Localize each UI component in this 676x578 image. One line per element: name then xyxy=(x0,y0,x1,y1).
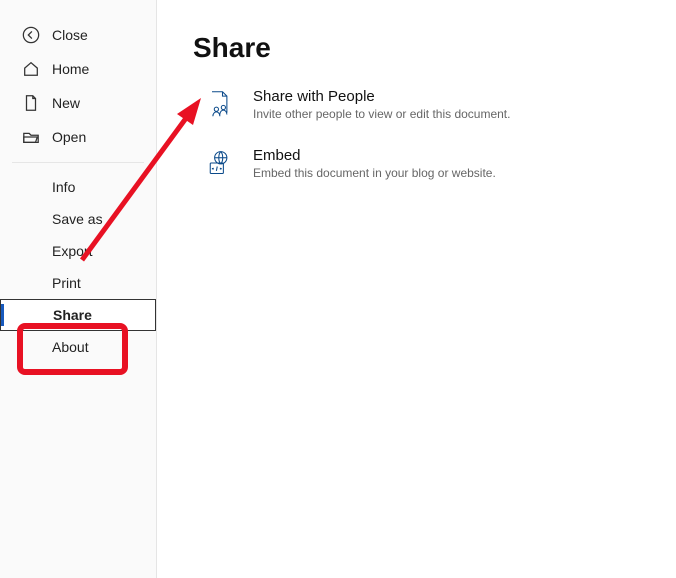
backstage-sidebar: Close Home New Open Info xyxy=(0,0,157,578)
nav-save-as[interactable]: Save as xyxy=(0,203,156,235)
embed-title: Embed xyxy=(253,147,496,164)
nav-export[interactable]: Export xyxy=(0,235,156,267)
nav-export-label: Export xyxy=(52,243,92,259)
embed-icon xyxy=(203,147,235,179)
nav-close[interactable]: Close xyxy=(0,18,156,52)
share-people-desc: Invite other people to view or edit this… xyxy=(253,107,510,121)
embed-desc: Embed this document in your blog or webs… xyxy=(253,166,496,180)
share-people-title: Share with People xyxy=(253,88,510,105)
folder-open-icon xyxy=(22,128,40,146)
nav-home-label: Home xyxy=(52,61,89,77)
option-embed[interactable]: Embed Embed this document in your blog o… xyxy=(193,147,676,180)
backstage-main: Share Share with People Invite other peo… xyxy=(157,0,676,578)
new-document-icon xyxy=(22,94,40,112)
nav-info-label: Info xyxy=(52,179,75,195)
option-share-with-people[interactable]: Share with People Invite other people to… xyxy=(193,88,676,121)
nav-share-label: Share xyxy=(53,307,92,323)
home-icon xyxy=(22,60,40,78)
nav-open-label: Open xyxy=(52,129,86,145)
nav-open[interactable]: Open xyxy=(0,120,156,154)
nav-share[interactable]: Share xyxy=(0,299,156,331)
nav-print[interactable]: Print xyxy=(0,267,156,299)
nav-home[interactable]: Home xyxy=(0,52,156,86)
nav-about-label: About xyxy=(52,339,89,355)
nav-print-label: Print xyxy=(52,275,81,291)
nav-new[interactable]: New xyxy=(0,86,156,120)
sidebar-divider xyxy=(12,162,144,163)
page-title: Share xyxy=(193,32,676,64)
nav-about[interactable]: About xyxy=(0,331,156,363)
share-people-icon xyxy=(203,88,235,120)
nav-save-as-label: Save as xyxy=(52,211,103,227)
nav-close-label: Close xyxy=(52,27,88,43)
nav-info[interactable]: Info xyxy=(0,171,156,203)
nav-new-label: New xyxy=(52,95,80,111)
back-arrow-icon xyxy=(22,26,40,44)
